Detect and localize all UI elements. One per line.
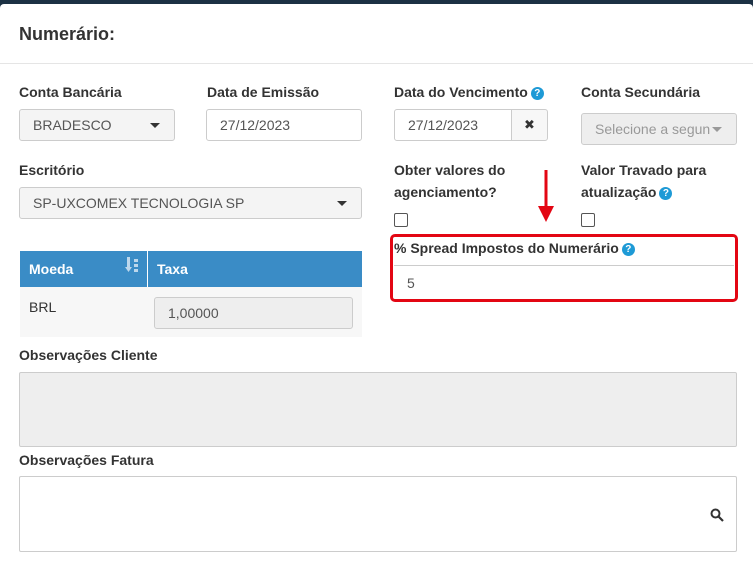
- escritorio-label: Escritório: [19, 162, 85, 178]
- moeda-cell: BRL: [29, 299, 57, 315]
- obs-fatura-textarea[interactable]: [19, 476, 698, 552]
- conta-secundaria-placeholder: Selecione a segun: [595, 121, 711, 137]
- valor-travado-label: Valor Travado para atualização?: [581, 162, 707, 200]
- obs-cliente-textarea[interactable]: [19, 372, 737, 447]
- close-icon: ✖: [524, 117, 535, 132]
- numerario-modal: Numerário: Conta Bancária Data de Emissã…: [0, 4, 753, 588]
- data-vencimento-input[interactable]: 27/12/2023: [394, 109, 512, 141]
- currency-table-header: Moeda Taxa: [20, 251, 362, 287]
- obter-valores-checkbox[interactable]: [394, 213, 408, 227]
- taxa-input[interactable]: 1,00000: [154, 297, 353, 329]
- modal-title: Numerário:: [19, 24, 116, 44]
- annotation-arrow-icon: [538, 170, 554, 222]
- help-icon[interactable]: ?: [659, 187, 673, 200]
- chevron-down-icon: [337, 201, 347, 206]
- data-emissao-label: Data de Emissão: [207, 84, 320, 100]
- modal-header: Numerário:: [0, 4, 753, 64]
- conta-bancaria-label: Conta Bancária: [19, 84, 122, 100]
- chevron-down-icon: [150, 123, 160, 128]
- obter-valores-label: Obter valores do agenciamento?: [394, 162, 506, 200]
- sort-icon: [125, 257, 138, 272]
- moeda-header[interactable]: Moeda: [20, 251, 148, 287]
- chevron-down-icon: [712, 127, 722, 132]
- help-icon[interactable]: ?: [530, 87, 544, 100]
- search-button[interactable]: [697, 476, 737, 552]
- valor-travado-checkbox[interactable]: [581, 213, 595, 227]
- table-row: BRL 1,00000: [20, 287, 362, 337]
- data-vencimento-label: Data do Vencimento?: [394, 81, 544, 103]
- search-icon: [710, 508, 724, 522]
- data-emissao-input[interactable]: 27/12/2023: [206, 109, 362, 141]
- obs-cliente-label: Observações Cliente: [19, 347, 158, 363]
- highlight-box: [390, 234, 738, 302]
- conta-bancaria-value: BRADESCO: [33, 117, 112, 133]
- obs-fatura-label: Observações Fatura: [19, 452, 154, 468]
- escritorio-select[interactable]: SP-UXCOMEX TECNOLOGIA SP: [19, 187, 362, 219]
- conta-secundaria-select[interactable]: Selecione a segun: [581, 113, 737, 145]
- conta-bancaria-select[interactable]: BRADESCO: [19, 109, 175, 141]
- conta-secundaria-label: Conta Secundária: [581, 84, 701, 100]
- clear-date-button[interactable]: ✖: [511, 109, 548, 141]
- taxa-header[interactable]: Taxa: [148, 251, 362, 287]
- escritorio-value: SP-UXCOMEX TECNOLOGIA SP: [33, 195, 245, 211]
